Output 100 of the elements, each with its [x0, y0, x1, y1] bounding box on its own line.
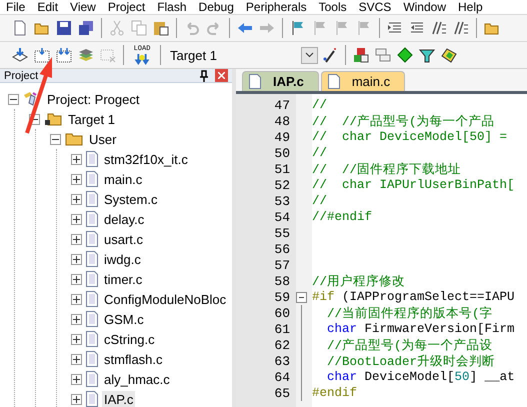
tree-item[interactable]: System.c — [102, 190, 160, 208]
code-line: //当前固件程序的版本号(字 — [326, 306, 493, 322]
tree-item[interactable]: timer.c — [102, 270, 144, 288]
code-line: // — [312, 194, 328, 208]
file-icon — [86, 331, 98, 347]
file-icon — [86, 371, 98, 387]
code-line: //产品型号(为每一个产品设 — [326, 338, 493, 354]
file-icon — [86, 291, 98, 307]
code-line: char FirmwareVersion[Firm — [326, 322, 515, 336]
plus-icon — [73, 236, 80, 242]
tree-item[interactable]: main.c — [102, 170, 144, 188]
line-number: 62 — [273, 338, 290, 352]
tree-item[interactable]: delay.c — [102, 210, 146, 228]
plus-icon — [73, 316, 80, 322]
file-icon — [86, 231, 98, 247]
target-dropdown[interactable]: Target 1 — [166, 45, 318, 65]
code-line: //#endif — [312, 210, 372, 224]
line-number: 49 — [273, 130, 290, 144]
expander[interactable] — [8, 94, 19, 104]
line-number: 55 — [273, 226, 290, 240]
target-folder-icon — [44, 111, 62, 127]
menu-item[interactable]: Tools — [318, 0, 359, 14]
line-number: 63 — [273, 354, 290, 368]
expander[interactable] — [71, 294, 82, 304]
file-icon — [328, 74, 340, 89]
code-line: // — [312, 146, 328, 160]
plus-icon — [73, 376, 80, 382]
menu-item[interactable]: Project — [108, 0, 158, 14]
dropdown-button[interactable] — [301, 46, 318, 64]
file-icon — [86, 171, 98, 187]
minus-icon — [298, 296, 304, 298]
expander[interactable] — [71, 374, 82, 384]
expander[interactable] — [71, 274, 82, 284]
expander[interactable] — [71, 254, 82, 264]
menu-item[interactable]: Window — [403, 0, 458, 14]
line-number: 53 — [273, 194, 290, 208]
code-line: //BootLoader升级时会判断 — [326, 354, 496, 370]
line-number: 60 — [273, 306, 290, 320]
tree-item[interactable]: iwdg.c — [102, 250, 143, 268]
tree-item[interactable]: ConfigModuleNoBloc — [102, 290, 228, 308]
tree-item[interactable]: Project: Progect — [45, 90, 142, 108]
menu-item[interactable]: Debug — [198, 0, 246, 14]
code-line: // char DeviceModel[50] = — [312, 130, 508, 144]
editor-tab[interactable]: main.c — [320, 71, 406, 91]
expander[interactable] — [71, 174, 82, 184]
pin-icon[interactable] — [199, 70, 209, 82]
plus-icon — [73, 276, 80, 282]
line-number: 48 — [273, 114, 290, 128]
line-number: 57 — [273, 258, 290, 272]
line-number: 61 — [273, 322, 290, 336]
expander[interactable] — [71, 154, 82, 164]
plus-icon — [73, 356, 80, 362]
tree-item[interactable]: stmflash.c — [102, 350, 165, 368]
tree-item[interactable]: usart.c — [102, 230, 146, 248]
code-line: // char IAPUrlUserBinPath[ — [312, 178, 515, 192]
expander[interactable] — [50, 134, 61, 144]
tree-item[interactable]: cString.c — [102, 330, 157, 348]
file-icon — [86, 351, 98, 367]
folder-icon — [65, 131, 83, 147]
close-button[interactable] — [215, 69, 228, 82]
plus-icon — [73, 336, 80, 342]
line-number: 58 — [273, 274, 290, 288]
fold-toggle[interactable] — [296, 292, 306, 302]
line-number: 56 — [273, 242, 290, 256]
code-line: char DeviceModel[50] __at — [326, 370, 515, 384]
code-line: #if (IAPProgramSelect==IAPU — [312, 290, 515, 304]
plus-icon — [73, 296, 80, 302]
target-name: Target 1 — [169, 48, 217, 62]
tree-item[interactable]: aly_hmac.c — [102, 370, 172, 388]
tree-item[interactable]: User — [87, 130, 118, 148]
expander[interactable] — [71, 234, 82, 244]
menu-item[interactable]: View — [70, 0, 108, 14]
tree-item[interactable]: IAP.c — [102, 390, 136, 407]
plus-icon — [73, 256, 80, 262]
menu-item[interactable]: SVCS — [358, 0, 404, 14]
expander[interactable] — [71, 314, 82, 324]
expander[interactable] — [71, 214, 82, 224]
tree-item[interactable]: Target 1 — [66, 110, 117, 128]
menu-item[interactable]: File — [6, 0, 38, 14]
expander[interactable] — [71, 394, 82, 404]
menu-item[interactable]: Help — [458, 0, 495, 14]
code-line: #endif — [312, 386, 358, 400]
expander[interactable] — [71, 334, 82, 344]
tree-item[interactable]: stm32f10x_it.c — [102, 150, 190, 168]
file-icon — [86, 151, 98, 167]
line-number: 50 — [273, 146, 290, 160]
menu-item[interactable]: Edit — [37, 0, 70, 14]
menu-item[interactable]: Flash — [157, 0, 199, 14]
code-line: // //产品型号(为每一个产品 — [312, 114, 495, 130]
editor-tab[interactable]: IAP.c — [242, 71, 319, 91]
code-line: // — [312, 98, 328, 112]
chevron-down-icon — [305, 52, 314, 58]
menu-item[interactable]: Peripherals — [246, 0, 319, 14]
expander[interactable] — [71, 194, 82, 204]
expander[interactable] — [71, 354, 82, 364]
line-number: 64 — [273, 370, 290, 384]
plus-icon — [73, 216, 80, 222]
close-icon — [218, 72, 225, 79]
tree-item[interactable]: GSM.c — [102, 310, 146, 328]
code-line: //用户程序修改 — [312, 274, 406, 290]
